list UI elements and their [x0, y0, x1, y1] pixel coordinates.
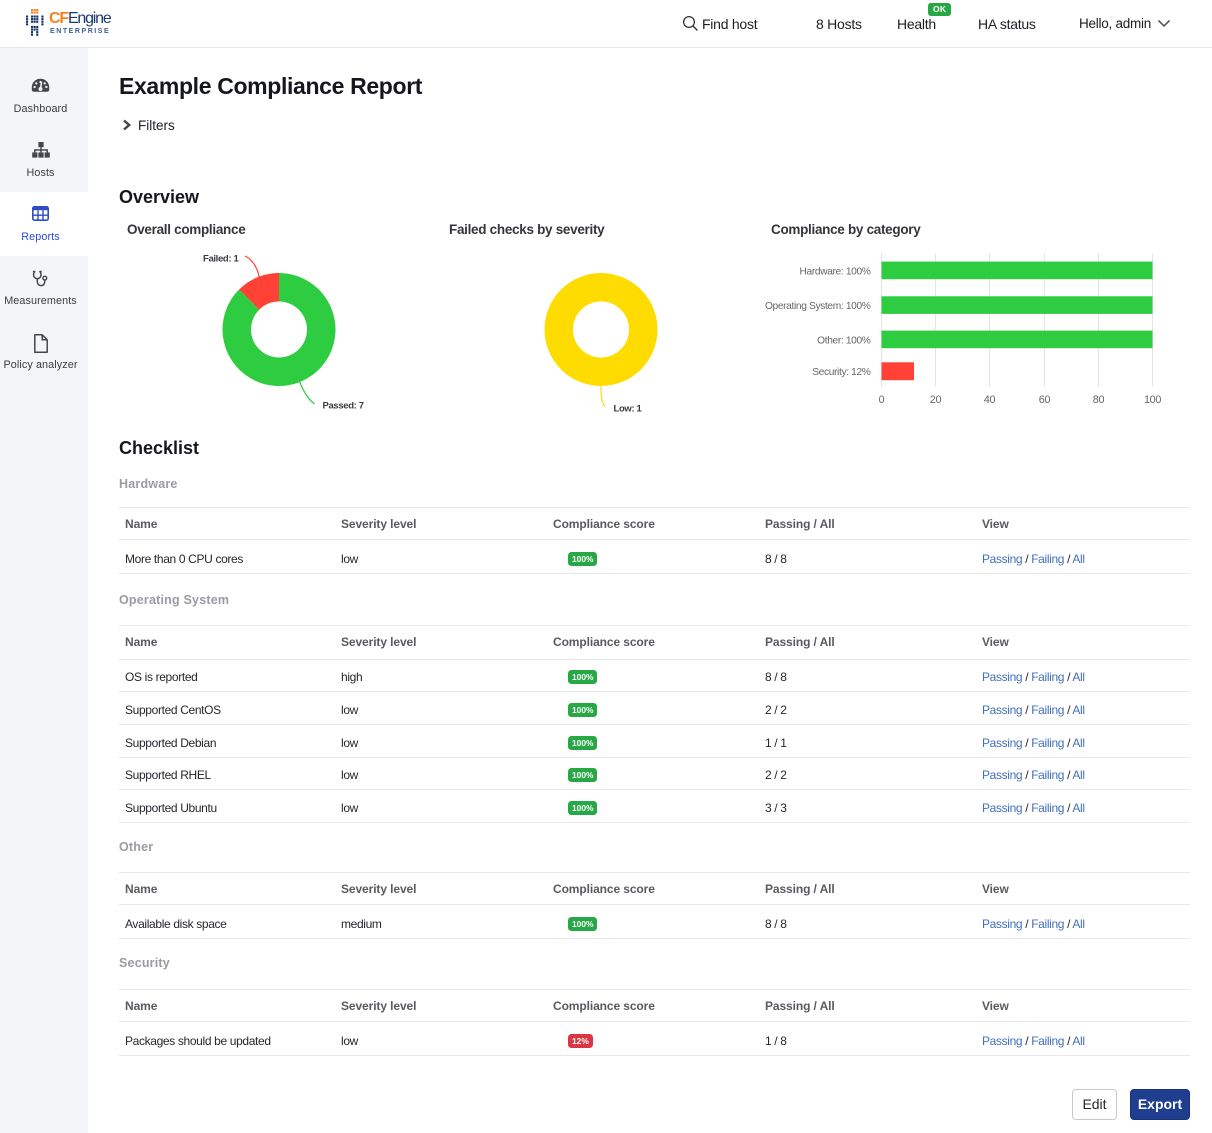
svg-text:Hardware: 100%: Hardware: 100% [800, 266, 871, 277]
svg-text:Low: 1: Low: 1 [614, 404, 643, 415]
svg-text:20: 20 [930, 394, 942, 406]
svg-text:Failed checks by severity: Failed checks by severity [449, 222, 605, 237]
svg-text:Compliance by category: Compliance by category [771, 222, 921, 237]
svg-text:Operating System: 100%: Operating System: 100% [765, 301, 871, 312]
svg-text:Security: 12%: Security: 12% [812, 367, 871, 378]
svg-text:Overall compliance: Overall compliance [127, 222, 246, 237]
svg-text:80: 80 [1093, 394, 1105, 406]
svg-text:Other: 100%: Other: 100% [817, 335, 871, 346]
svg-text:40: 40 [984, 394, 996, 406]
svg-text:Failed: 1: Failed: 1 [203, 253, 239, 264]
svg-text:100: 100 [1144, 394, 1161, 406]
svg-text:0: 0 [879, 394, 885, 406]
svg-text:Passed: 7: Passed: 7 [323, 401, 364, 412]
svg-text:60: 60 [1039, 394, 1051, 406]
